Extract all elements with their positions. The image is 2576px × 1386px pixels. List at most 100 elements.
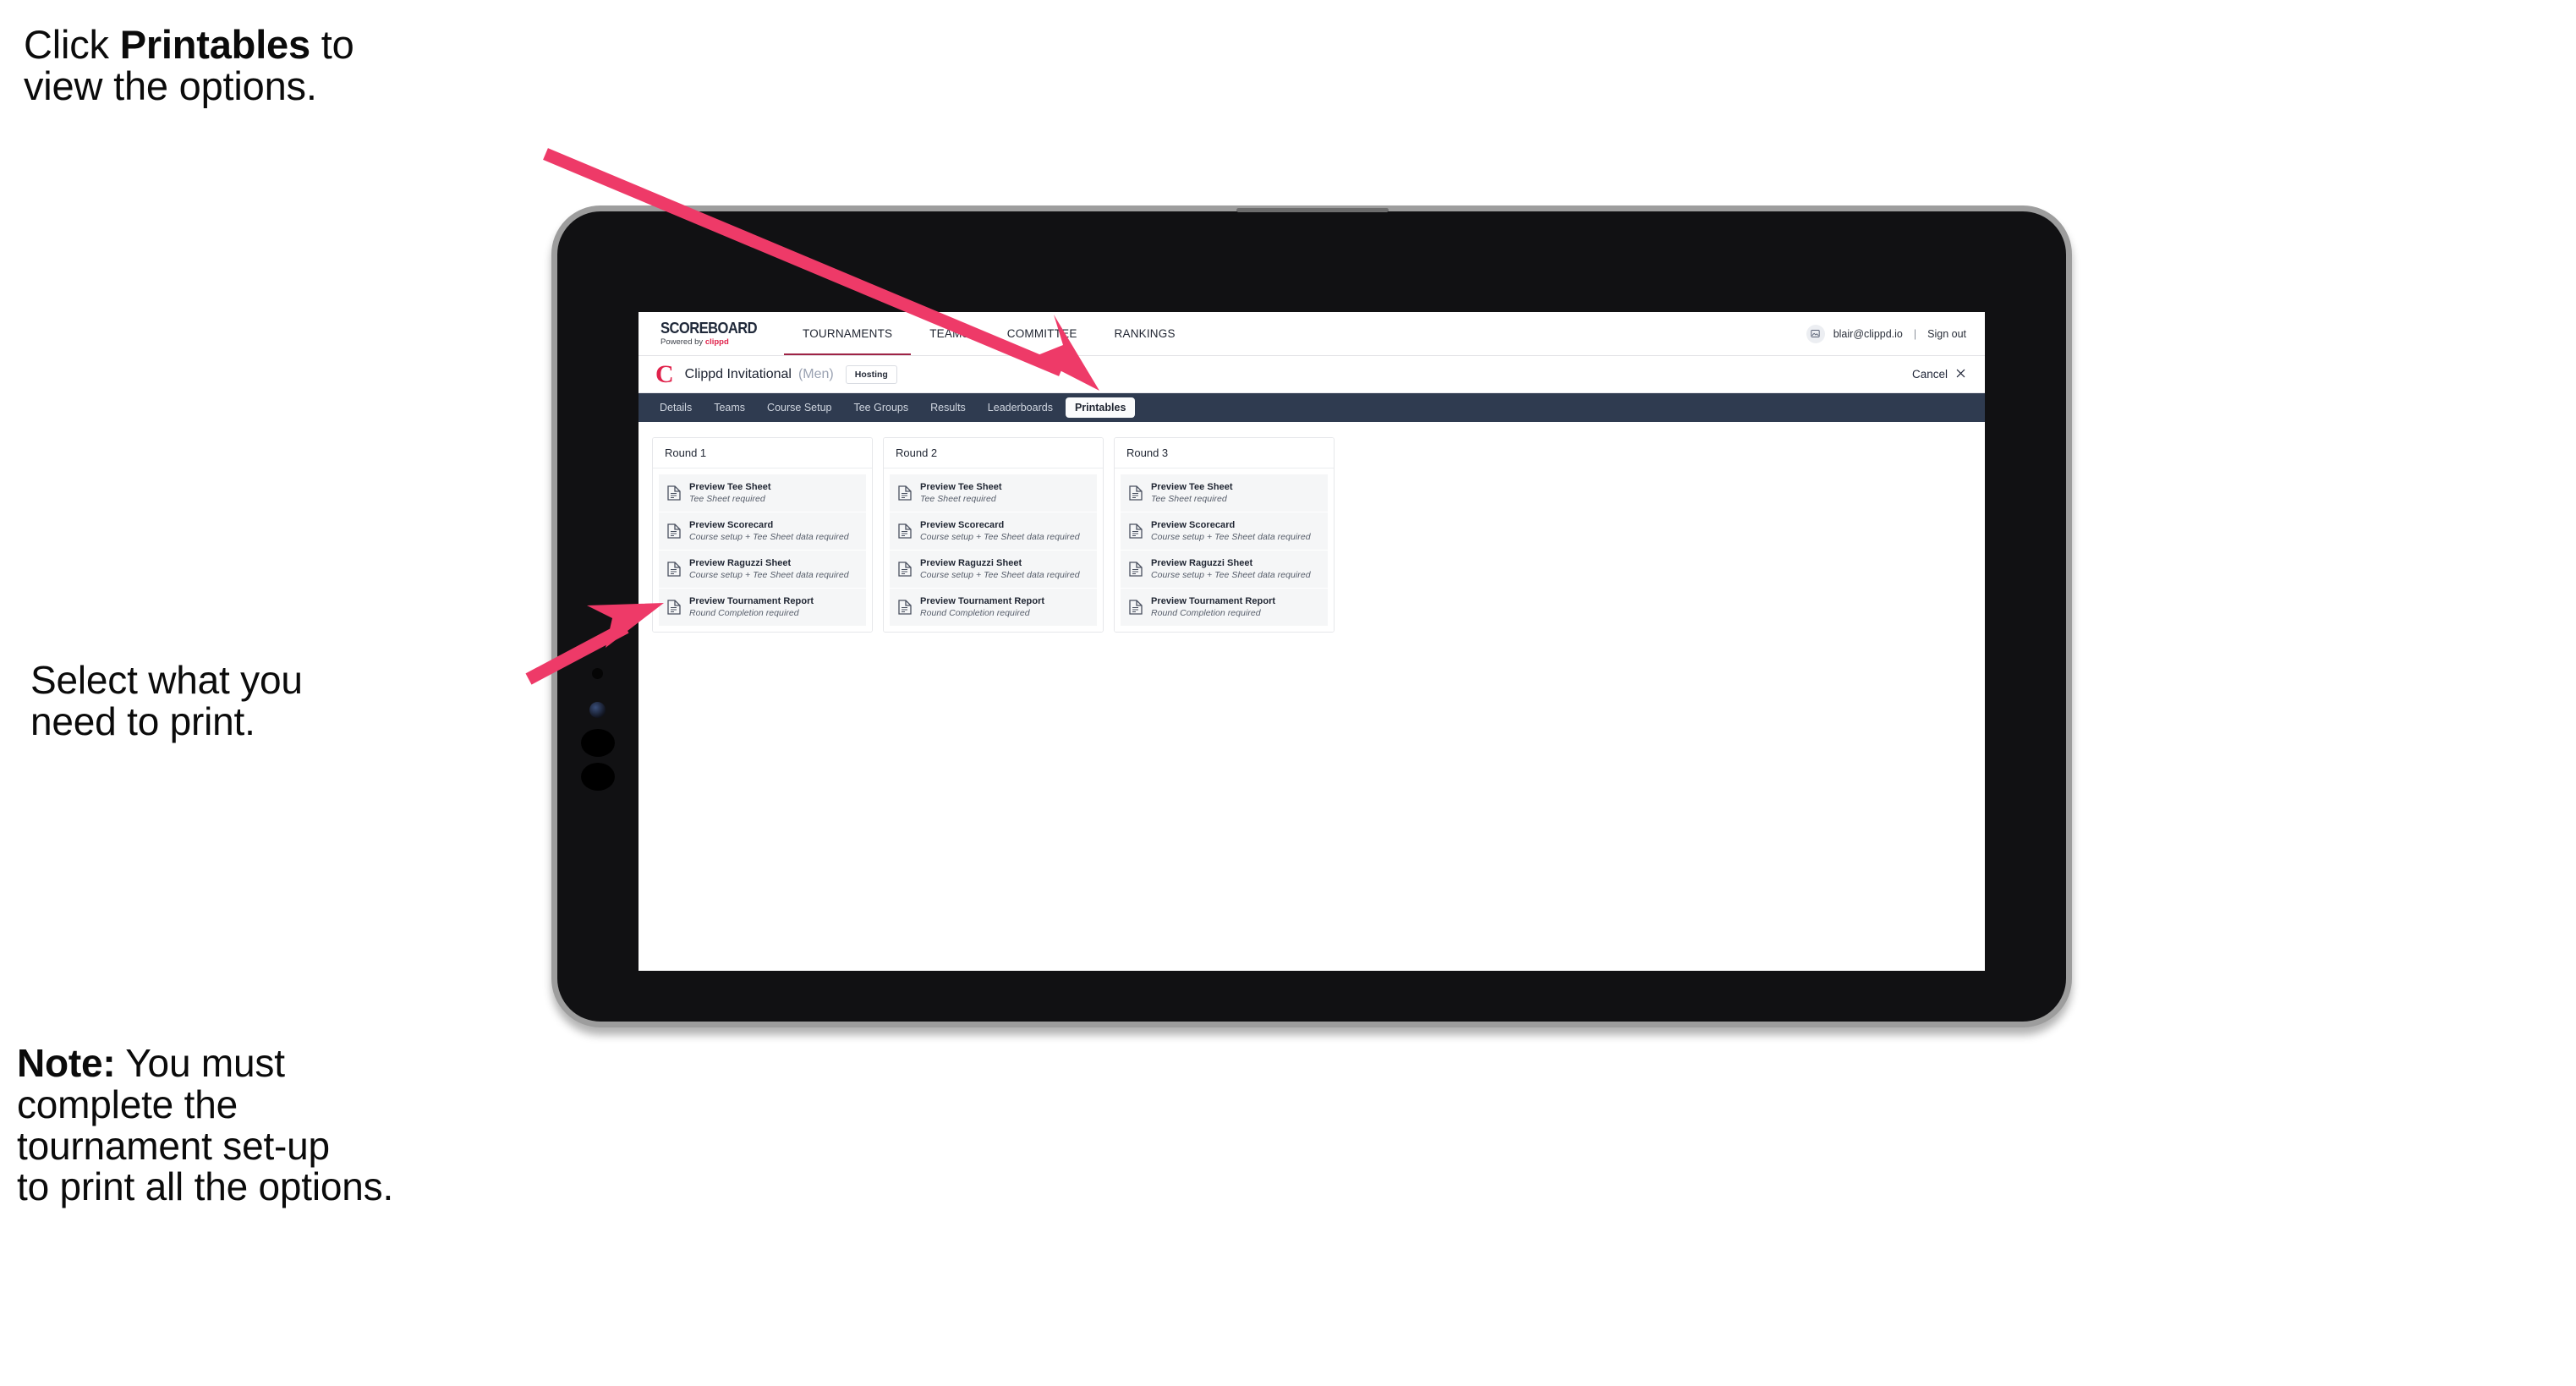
- printable-subtitle: Course setup + Tee Sheet data required: [689, 532, 849, 542]
- printable-item-tee-sheet[interactable]: Preview Tee Sheet Tee Sheet required: [659, 474, 866, 512]
- powered-by-brand: clippd: [704, 337, 729, 348]
- annotation-select-print: Select what you need to print.: [30, 660, 303, 742]
- printable-item-scorecard[interactable]: Preview Scorecard Course setup + Tee She…: [1121, 512, 1328, 551]
- topnav-item-rankings[interactable]: RANKINGS: [1096, 312, 1194, 355]
- topnav-label-tournaments: TOURNAMENTS: [803, 327, 893, 340]
- printable-title: Preview Tee Sheet: [1151, 482, 1233, 492]
- account-email: blair@clippd.io: [1833, 327, 1903, 340]
- document-icon: [898, 523, 912, 539]
- printable-title: Preview Raguzzi Sheet: [1151, 558, 1253, 568]
- status-badge-hosting: Hosting: [845, 364, 897, 384]
- tab-label-teams: Teams: [714, 402, 746, 414]
- round-items: Preview Tee Sheet Tee Sheet required Pre…: [1115, 468, 1334, 632]
- round-column: Round 3 Preview Tee Sheet Tee Sheet requ…: [1114, 437, 1335, 633]
- annotation-text-2: Select what you need to print.: [30, 658, 303, 743]
- tab-label-printables: Printables: [1074, 402, 1126, 414]
- document-icon: [667, 600, 681, 615]
- printable-title: Preview Raguzzi Sheet: [689, 558, 792, 568]
- document-icon: [1129, 523, 1143, 539]
- printable-subtitle: Round Completion required: [1151, 608, 1261, 618]
- sign-out-link[interactable]: Sign out: [1927, 328, 1966, 340]
- round-header: Round 1: [653, 438, 872, 468]
- topnav-item-tournaments[interactable]: TOURNAMENTS: [784, 312, 912, 355]
- printable-subtitle: Tee Sheet required: [689, 494, 765, 504]
- volume-up-button[interactable]: [581, 729, 615, 757]
- printable-item-tee-sheet[interactable]: Preview Tee Sheet Tee Sheet required: [1121, 474, 1328, 512]
- printable-item-raguzzi-sheet[interactable]: Preview Raguzzi Sheet Course setup + Tee…: [659, 551, 866, 589]
- round-items: Preview Tee Sheet Tee Sheet required Pre…: [884, 468, 1103, 632]
- printable-subtitle: Course setup + Tee Sheet data required: [689, 570, 849, 580]
- round-column: Round 2 Preview Tee Sheet Tee Sheet requ…: [883, 437, 1104, 633]
- printable-item-tournament-report[interactable]: Preview Tournament Report Round Completi…: [1121, 589, 1328, 626]
- clippd-c-logo-icon: C: [655, 359, 674, 388]
- rounds-container: Round 1 Preview Tee Sheet Tee Sheet requ…: [639, 422, 1985, 633]
- cancel-label: Cancel: [1911, 368, 1948, 381]
- user-image-icon[interactable]: [1806, 324, 1825, 343]
- tab-teams[interactable]: Teams: [704, 397, 754, 418]
- round-column: Round 1 Preview Tee Sheet Tee Sheet requ…: [652, 437, 873, 633]
- topnav-item-committee[interactable]: COMMITTEE: [989, 312, 1096, 355]
- annotation-click-printables: Click Printables to view the options.: [24, 24, 354, 107]
- tab-tee-groups[interactable]: Tee Groups: [844, 397, 918, 418]
- printable-subtitle: Round Completion required: [920, 608, 1030, 618]
- tab-label-results: Results: [930, 402, 966, 414]
- printable-item-scorecard[interactable]: Preview Scorecard Course setup + Tee She…: [659, 512, 866, 551]
- speaker-grill: [1236, 208, 1389, 212]
- topnav-label-rankings: RANKINGS: [1114, 327, 1176, 340]
- document-icon: [667, 485, 681, 501]
- screenshot-canvas: Click Printables to view the options. Se…: [0, 0, 2576, 1386]
- account-area: blair@clippd.io | Sign out: [1806, 312, 1985, 355]
- tab-results[interactable]: Results: [921, 397, 975, 418]
- printable-title: Preview Tournament Report: [920, 596, 1045, 606]
- brand-logo[interactable]: SCOREBOARD Powered by clippd: [639, 312, 784, 355]
- printable-item-tournament-report[interactable]: Preview Tournament Report Round Completi…: [659, 589, 866, 626]
- tournament-tab-strip: Details Teams Course Setup Tee Groups Re…: [639, 393, 1985, 422]
- app-top-navbar: SCOREBOARD Powered by clippd TOURNAMENTS…: [639, 312, 1985, 356]
- sensor-icon: [589, 702, 606, 718]
- close-icon: [1955, 368, 1966, 381]
- topnav-item-teams[interactable]: TEAMS: [911, 312, 989, 355]
- tab-printables[interactable]: Printables: [1065, 397, 1136, 418]
- tab-label-leaderboards: Leaderboards: [987, 402, 1053, 414]
- document-icon: [667, 562, 681, 577]
- printable-item-scorecard[interactable]: Preview Scorecard Course setup + Tee She…: [890, 512, 1097, 551]
- printable-subtitle: Course setup + Tee Sheet data required: [920, 570, 1080, 580]
- printable-item-tee-sheet[interactable]: Preview Tee Sheet Tee Sheet required: [890, 474, 1097, 512]
- volume-down-button[interactable]: [581, 763, 615, 791]
- annotation-text-1: Click: [24, 22, 120, 67]
- tab-details[interactable]: Details: [650, 397, 701, 418]
- printable-title: Preview Scorecard: [689, 520, 774, 530]
- printable-subtitle: Course setup + Tee Sheet data required: [920, 532, 1080, 542]
- round-header: Round 3: [1115, 438, 1334, 468]
- tab-label-tee-groups: Tee Groups: [853, 402, 909, 414]
- printable-title: Preview Tee Sheet: [920, 482, 1002, 492]
- document-icon: [1129, 562, 1143, 577]
- printable-title: Preview Raguzzi Sheet: [920, 558, 1022, 568]
- printable-subtitle: Tee Sheet required: [1151, 494, 1227, 504]
- tablet-device-frame: SCOREBOARD Powered by clippd TOURNAMENTS…: [551, 205, 2072, 1027]
- tournament-name: Clippd Invitational: [684, 366, 792, 381]
- tab-leaderboards[interactable]: Leaderboards: [978, 397, 1062, 418]
- printable-item-tournament-report[interactable]: Preview Tournament Report Round Completi…: [890, 589, 1097, 626]
- tab-course-setup[interactable]: Course Setup: [758, 397, 841, 418]
- printable-title: Preview Scorecard: [920, 520, 1005, 530]
- brand-subtitle: Powered by clippd: [660, 338, 765, 347]
- round-header: Round 2: [884, 438, 1103, 468]
- printable-title: Preview Tee Sheet: [689, 482, 771, 492]
- printable-subtitle: Course setup + Tee Sheet data required: [1151, 532, 1311, 542]
- annotation-note-setup: Note: You must complete the tournament s…: [17, 1043, 393, 1208]
- cancel-button[interactable]: Cancel: [1912, 368, 1966, 381]
- printable-item-raguzzi-sheet[interactable]: Preview Raguzzi Sheet Course setup + Tee…: [1121, 551, 1328, 589]
- topnav-label-committee: COMMITTEE: [1006, 327, 1077, 340]
- document-icon: [898, 600, 912, 615]
- brand-title: SCOREBOARD: [660, 320, 758, 337]
- account-separator: |: [1913, 327, 1917, 340]
- tournament-title-row: C Clippd Invitational (Men) Hosting Canc…: [639, 356, 1985, 393]
- tab-label-details: Details: [660, 402, 693, 414]
- printable-item-raguzzi-sheet[interactable]: Preview Raguzzi Sheet Course setup + Tee…: [890, 551, 1097, 589]
- powered-by-label: Powered by: [660, 337, 705, 348]
- tab-label-course-setup: Course Setup: [767, 402, 832, 414]
- printable-title: Preview Scorecard: [1151, 520, 1236, 530]
- topnav-label-teams: TEAMS: [929, 327, 970, 340]
